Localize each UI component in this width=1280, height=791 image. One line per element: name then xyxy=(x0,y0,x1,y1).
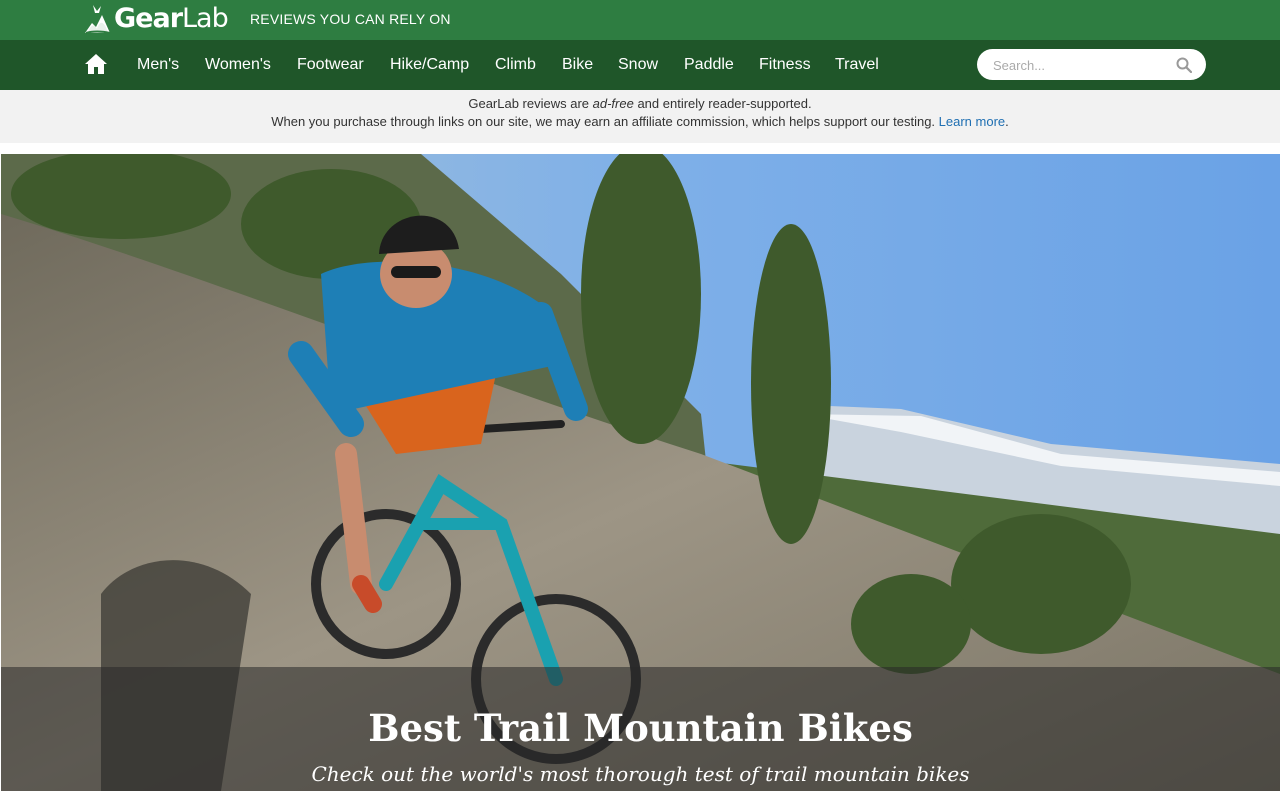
nav-item-footwear[interactable]: Footwear xyxy=(297,56,364,74)
hero-title[interactable]: Best Trail Mountain Bikes xyxy=(1,706,1280,750)
nav-item-hike-camp[interactable]: Hike/Camp xyxy=(390,56,469,74)
logo-text: GearLab xyxy=(114,3,229,34)
hero-banner[interactable]: Best Trail Mountain Bikes Check out the … xyxy=(1,154,1280,791)
nav-item-travel[interactable]: Travel xyxy=(835,56,879,74)
affiliate-notice: GearLab reviews are ad-free and entirely… xyxy=(0,90,1280,143)
nav-item-womens[interactable]: Women's xyxy=(205,56,271,74)
nav-item-paddle[interactable]: Paddle xyxy=(684,56,734,74)
nav-item-fitness[interactable]: Fitness xyxy=(759,56,811,74)
notice-line-1: GearLab reviews are ad-free and entirely… xyxy=(468,96,812,111)
learn-more-link[interactable]: Learn more xyxy=(939,114,1005,129)
logo-mountain-icon xyxy=(85,5,111,34)
notice-emphasis: ad-free xyxy=(592,96,634,111)
nav-item-bike[interactable]: Bike xyxy=(562,56,593,74)
search-input[interactable] xyxy=(991,54,1175,76)
notice-line-2: When you purchase through links on our s… xyxy=(271,114,1009,129)
nav-item-snow[interactable]: Snow xyxy=(618,56,658,74)
top-header-bar: GearLab REVIEWS YOU CAN RELY ON xyxy=(0,0,1280,40)
nav-item-mens[interactable]: Men's xyxy=(137,56,179,74)
main-navigation: Men's Women's Footwear Hike/Camp Climb B… xyxy=(0,40,1280,90)
home-icon[interactable] xyxy=(84,53,108,75)
search-icon[interactable] xyxy=(1176,57,1192,73)
gearlab-logo[interactable]: GearLab xyxy=(82,2,229,36)
nav-item-climb[interactable]: Climb xyxy=(495,56,536,74)
search-box xyxy=(977,49,1206,80)
tagline: REVIEWS YOU CAN RELY ON xyxy=(250,11,451,27)
hero-subtitle: Check out the world's most thorough test… xyxy=(311,762,970,786)
